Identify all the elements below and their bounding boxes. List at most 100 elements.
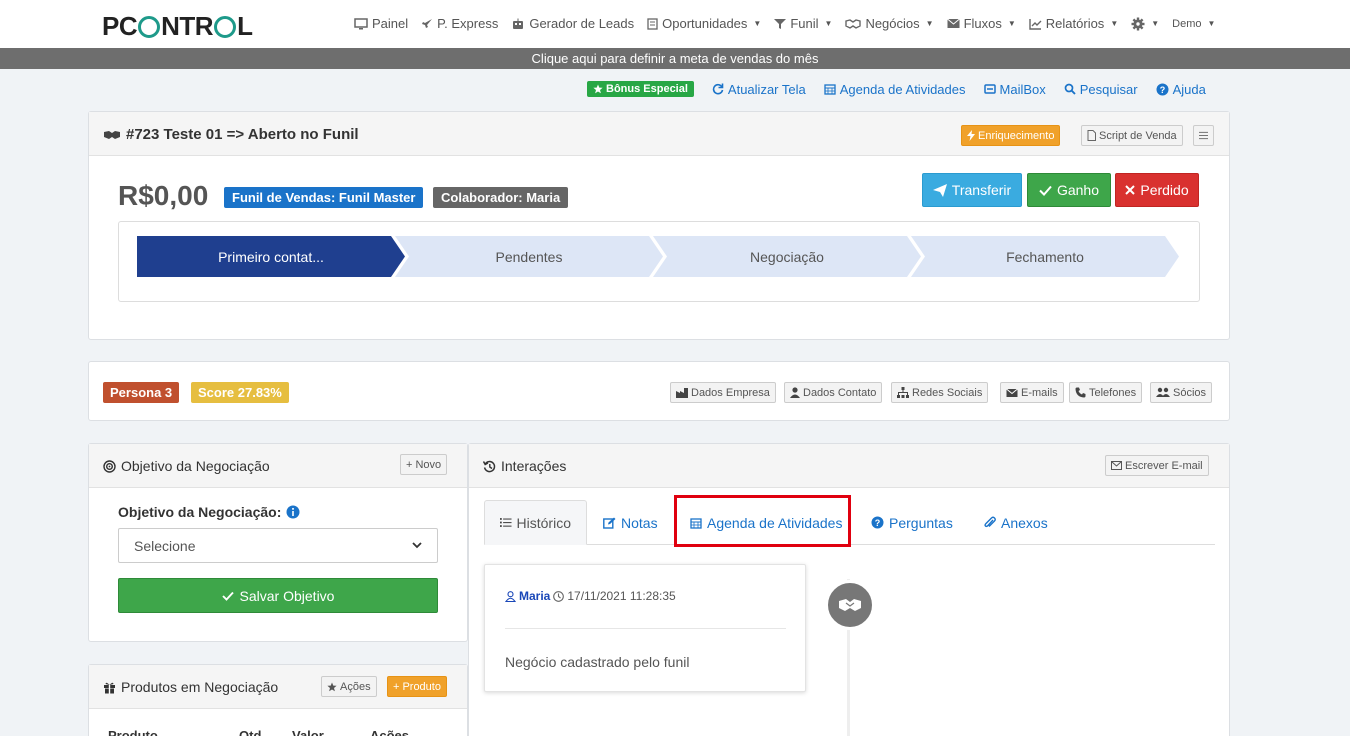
search-link[interactable]: Pesquisar (1064, 82, 1138, 97)
lost-button[interactable]: Perdido (1115, 173, 1199, 207)
objective-panel: Objetivo da Negociação + Novo Objetivo d… (88, 443, 468, 642)
tab-label: Notas (621, 514, 658, 531)
objective-panel-header: Objetivo da Negociação + Novo (89, 444, 467, 488)
star-icon (327, 682, 337, 691)
persona-panel: Persona 3 Score 27.83% Dados Empresa Dad… (88, 361, 1230, 421)
partners-button[interactable]: Sócios (1150, 382, 1213, 403)
industry-icon (676, 387, 688, 398)
tab-perguntas[interactable]: ? Perguntas (871, 500, 953, 545)
column-header: Qtd (239, 728, 262, 736)
stage-primeiro-contato[interactable]: Primeiro contat... (137, 236, 405, 277)
nav-funil[interactable]: Funil ▼ (774, 16, 832, 31)
product-actions-button[interactable]: Ações (321, 676, 377, 697)
nav-label: Oportunidades (662, 16, 748, 31)
company-data-button[interactable]: Dados Empresa (670, 382, 776, 403)
edit-icon (603, 517, 616, 529)
social-networks-button[interactable]: Redes Sociais (891, 382, 989, 403)
quick-toolbar: Bônus Especial Atualizar Tela Agenda de … (587, 81, 1206, 97)
nav-painel[interactable]: Painel (354, 16, 408, 31)
sales-script-button[interactable]: Script de Venda (1081, 125, 1183, 146)
tab-label: Perguntas (889, 514, 953, 531)
envelope-icon (946, 18, 960, 28)
enrich-label: Enriquecimento (978, 129, 1055, 142)
column-header: Produto (108, 728, 158, 736)
agenda-link[interactable]: Agenda de Atividades (824, 82, 966, 97)
deal-panel-header: #723 Teste 01 => Aberto no Funil Enrique… (89, 112, 1229, 156)
envelope-icon (1006, 388, 1018, 397)
nav-label: Gerador de Leads (529, 16, 635, 31)
button-label: Dados Empresa (691, 386, 770, 399)
nav-label: Painel (372, 16, 409, 31)
phones-button[interactable]: Telefones (1069, 382, 1143, 403)
nav-user-menu[interactable]: Demo ▼ (1172, 16, 1215, 31)
app-logo[interactable]: PC NTR L (102, 11, 253, 42)
products-panel: Produtos em Negociação Ações + Produto P… (88, 664, 468, 736)
won-button[interactable]: Ganho (1027, 173, 1111, 207)
chevron-down-icon: ▼ (1207, 19, 1216, 28)
check-icon (1039, 185, 1052, 196)
tab-historico[interactable]: Histórico (484, 500, 587, 545)
paper-plane-icon (932, 183, 947, 197)
deal-title: #723 Teste 01 => Aberto no Funil (103, 126, 359, 143)
enrich-button[interactable]: Enriquecimento (961, 125, 1061, 146)
products-table-header: Produto Qtd Valor Ações (108, 728, 409, 736)
nav-negocios[interactable]: Negócios ▼ (845, 16, 934, 31)
sales-goal-banner[interactable]: Clique aqui para definir a meta de venda… (0, 48, 1350, 69)
persona-badge: Persona 3 (103, 382, 180, 403)
star-icon (593, 84, 603, 94)
tab-label: Anexos (1001, 514, 1048, 531)
top-navbar: PC NTR L Painel P. Express Gerador de Lead… (0, 0, 1350, 48)
add-product-button[interactable]: + Produto (387, 676, 447, 697)
handshake-icon (104, 130, 120, 139)
user-name: Demo (1172, 17, 1202, 30)
objective-panel-title: Objetivo da Negociação (103, 458, 270, 474)
nav-label: Negócios (865, 16, 920, 31)
objective-field-label: Objetivo da Negociação: (118, 504, 300, 520)
score-badge: Score 27.83% (191, 382, 289, 403)
nav-gerador-leads[interactable]: Gerador de Leads (511, 16, 634, 31)
logo-ring-icon (138, 15, 161, 38)
mailbox-link[interactable]: MailBox (983, 81, 1046, 97)
nav-p-express[interactable]: P. Express (421, 16, 498, 31)
contact-data-button[interactable]: Dados Contato (784, 382, 883, 403)
button-label: E-mails (1021, 386, 1058, 399)
nav-fluxos[interactable]: Fluxos ▼ (946, 16, 1016, 31)
objective-title-text: Objetivo da Negociação (121, 458, 270, 474)
column-header: Valor (292, 728, 324, 736)
nav-oportunidades[interactable]: Oportunidades ▼ (647, 16, 761, 31)
tab-anexos[interactable]: Anexos (984, 500, 1048, 545)
interactions-title-text: Interações (501, 458, 567, 474)
agenda-label: Agenda de Atividades (839, 81, 966, 97)
bonus-badge[interactable]: Bônus Especial (587, 81, 694, 97)
hamburger-icon (1199, 131, 1208, 140)
transfer-button[interactable]: Transferir (922, 173, 1022, 207)
nav-settings[interactable]: ▼ (1131, 16, 1159, 31)
sitemap-icon (897, 387, 909, 398)
handshake-icon (839, 599, 861, 611)
user-icon (505, 590, 516, 602)
stage-fechamento[interactable]: Fechamento (911, 236, 1179, 277)
entry-user[interactable]: Maria (519, 589, 550, 603)
entry-datetime: 17/11/2021 11:28:35 (567, 589, 676, 603)
svg-text:?: ? (1159, 85, 1165, 95)
objective-select[interactable]: Selecione (118, 528, 438, 563)
emails-button[interactable]: E-mails (1000, 382, 1064, 403)
menu-button[interactable] (1193, 125, 1214, 146)
new-objective-button[interactable]: + Novo (400, 454, 448, 475)
save-objective-button[interactable]: Salvar Objetivo (118, 578, 438, 613)
info-icon[interactable] (286, 505, 300, 519)
help-link[interactable]: ? Ajuda (1156, 82, 1206, 97)
mailbox-label: MailBox (999, 81, 1046, 97)
stage-negociacao[interactable]: Negociação (653, 236, 921, 277)
user-icon (790, 387, 800, 398)
monitor-icon (354, 17, 368, 29)
products-panel-title: Produtos em Negociação (103, 679, 278, 695)
nav-relatorios[interactable]: Relatórios ▼ (1029, 16, 1118, 31)
deal-panel: #723 Teste 01 => Aberto no Funil Enrique… (88, 111, 1230, 340)
stage-pendentes[interactable]: Pendentes (395, 236, 663, 277)
close-icon (1125, 185, 1136, 195)
inbox-icon (983, 84, 996, 94)
write-email-button[interactable]: Escrever E-mail (1105, 455, 1209, 476)
tab-notas[interactable]: Notas (603, 500, 658, 545)
refresh-link[interactable]: Atualizar Tela (712, 82, 806, 97)
